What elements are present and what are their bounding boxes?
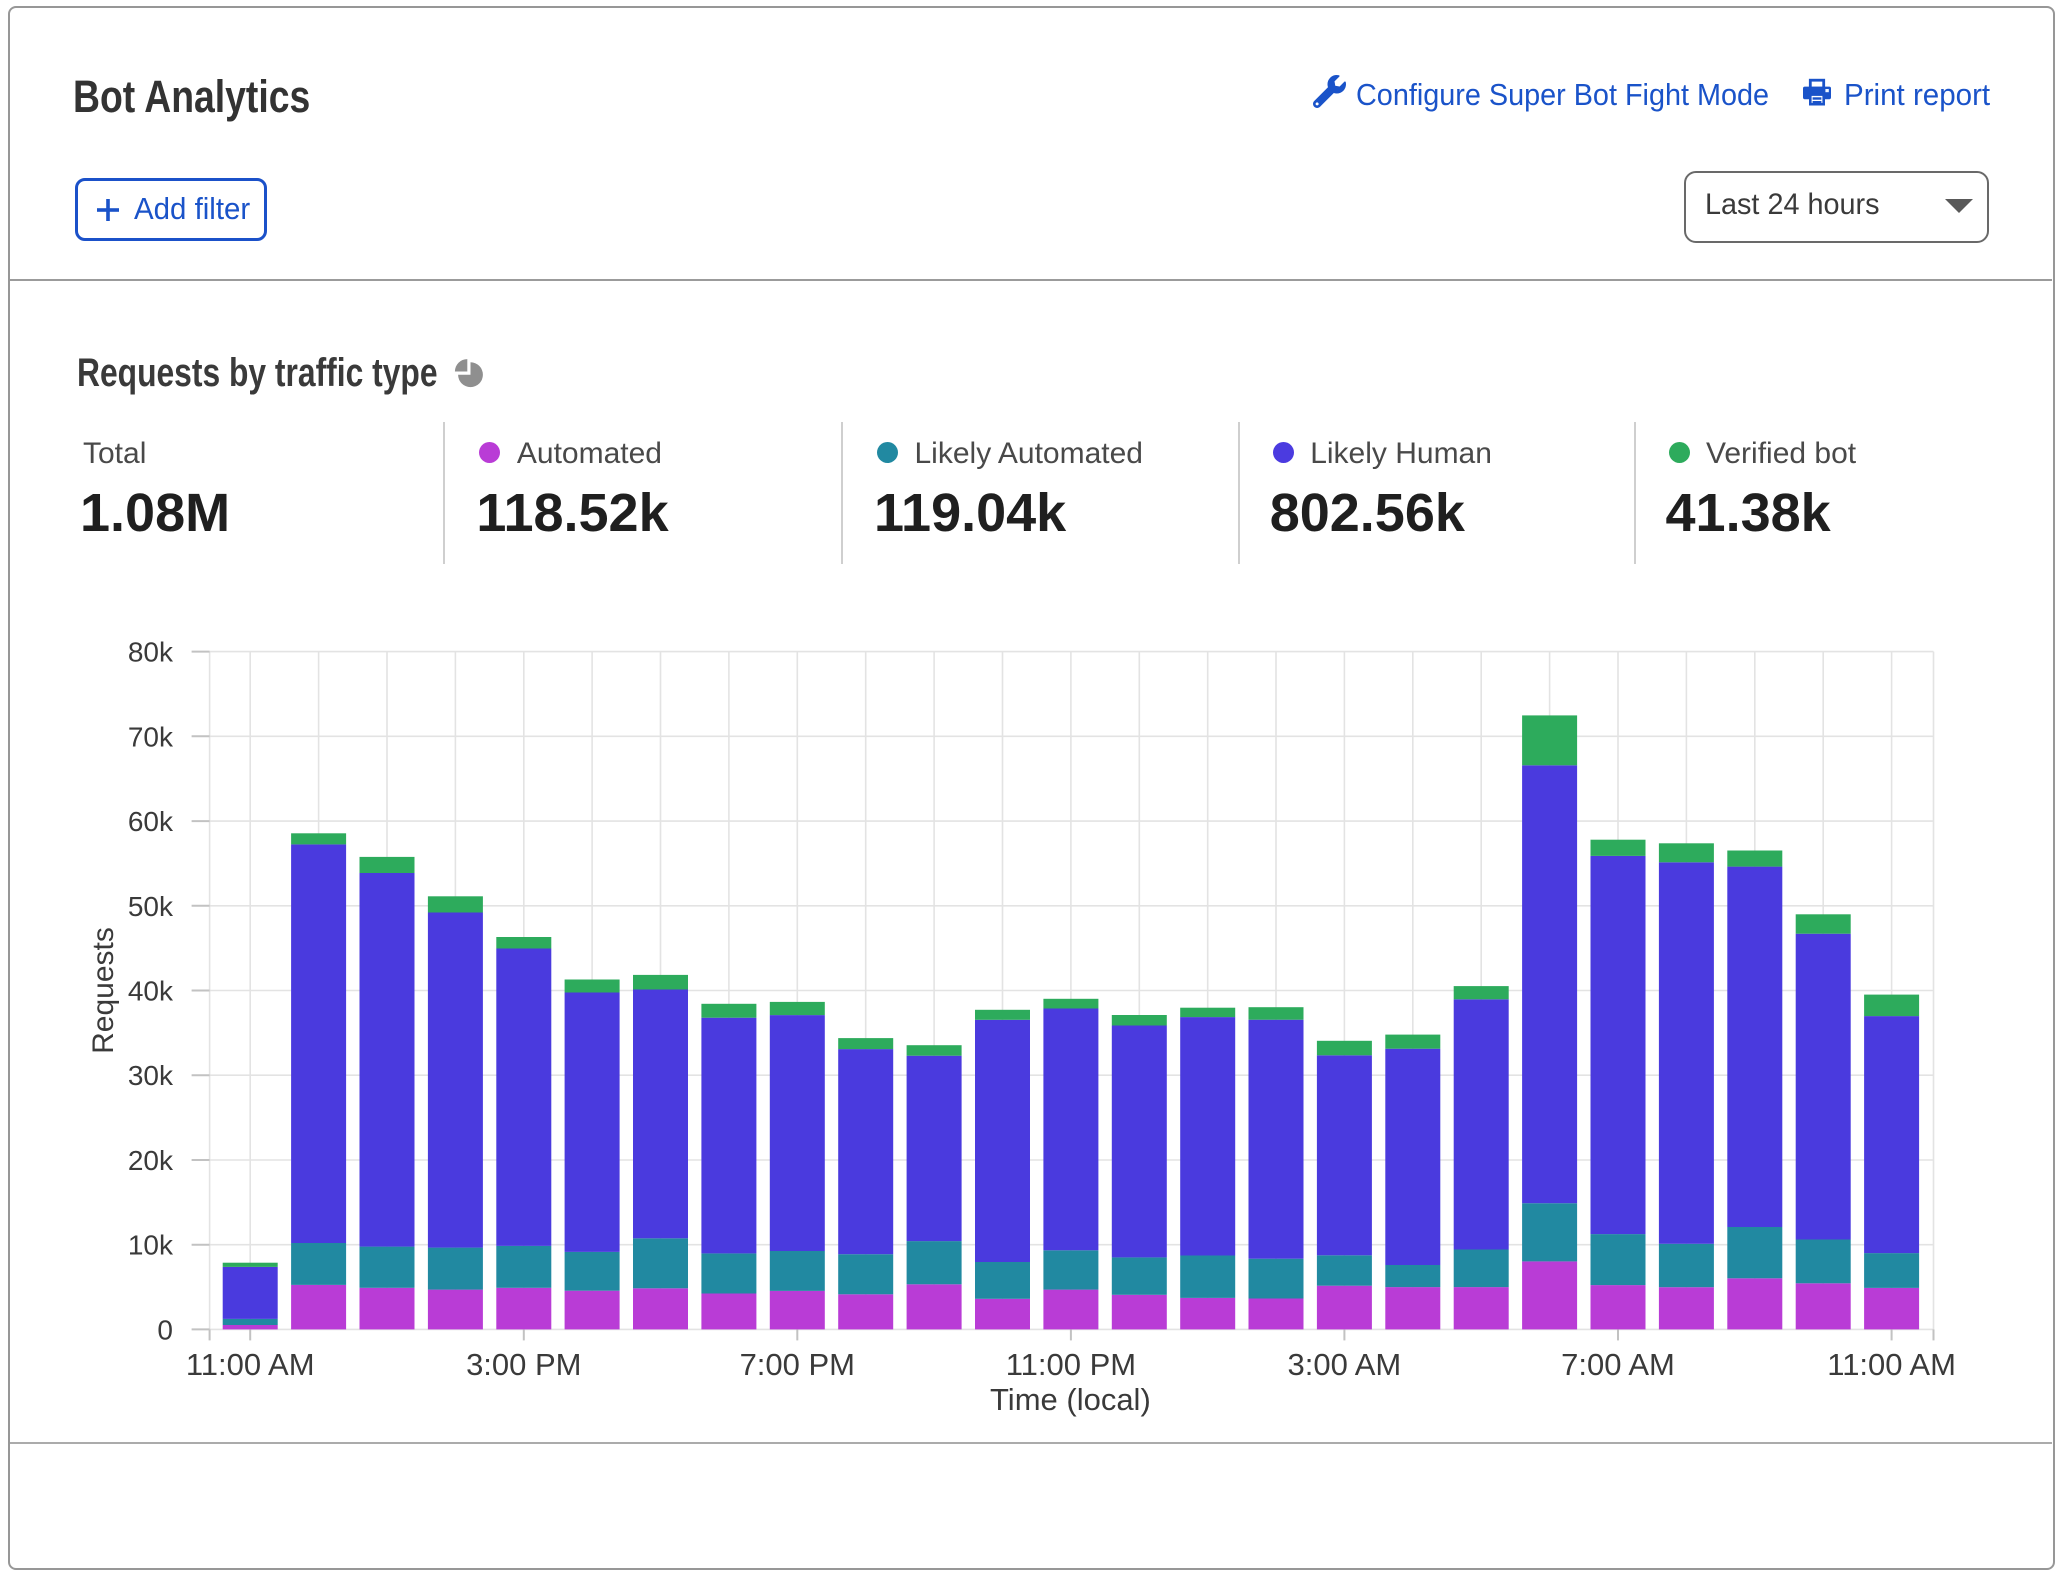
svg-text:40k: 40k bbox=[128, 976, 174, 1007]
svg-text:3:00 PM: 3:00 PM bbox=[466, 1347, 581, 1382]
svg-text:Time (local): Time (local) bbox=[990, 1382, 1151, 1417]
svg-text:10k: 10k bbox=[128, 1230, 174, 1261]
svg-text:3:00 AM: 3:00 AM bbox=[1288, 1347, 1402, 1382]
svg-text:50k: 50k bbox=[128, 891, 174, 922]
svg-text:11:00 AM: 11:00 AM bbox=[186, 1347, 315, 1382]
svg-text:20k: 20k bbox=[128, 1145, 174, 1176]
svg-text:11:00 PM: 11:00 PM bbox=[1006, 1347, 1136, 1382]
svg-text:80k: 80k bbox=[128, 637, 174, 668]
svg-text:11:00 AM: 11:00 AM bbox=[1827, 1347, 1956, 1382]
svg-text:70k: 70k bbox=[128, 721, 174, 752]
svg-text:Requests: Requests bbox=[87, 927, 120, 1054]
svg-text:0: 0 bbox=[157, 1314, 173, 1345]
svg-text:7:00 AM: 7:00 AM bbox=[1561, 1347, 1675, 1382]
svg-text:30k: 30k bbox=[128, 1060, 174, 1091]
svg-text:60k: 60k bbox=[128, 806, 174, 837]
svg-text:7:00 PM: 7:00 PM bbox=[740, 1347, 855, 1382]
